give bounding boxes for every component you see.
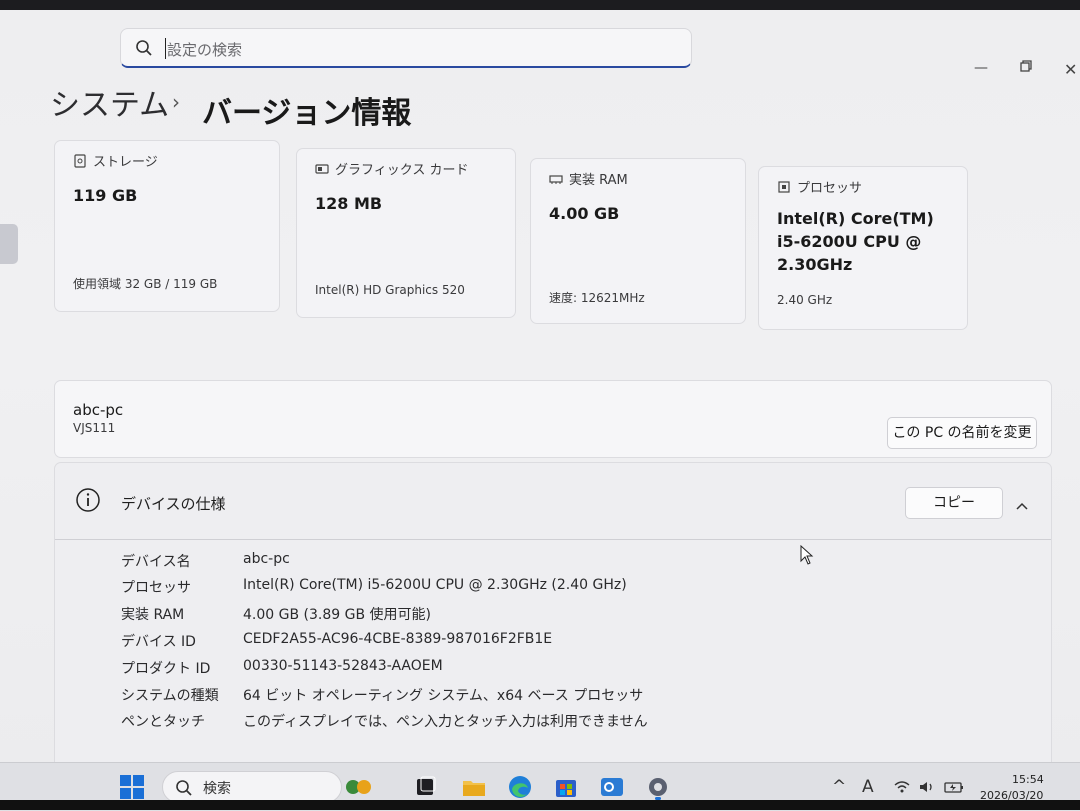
rename-pc-button[interactable]: この PC の名前を変更 bbox=[887, 417, 1037, 449]
spec-value: 00330-51143-52843-AAOEM bbox=[243, 658, 443, 674]
spec-key: プロセッサ bbox=[121, 580, 191, 596]
processor-card-title: プロセッサ bbox=[777, 177, 862, 196]
info-icon bbox=[76, 488, 100, 512]
file-explorer-icon[interactable] bbox=[460, 773, 488, 801]
storage-card-title: ストレージ bbox=[73, 151, 158, 170]
wifi-icon[interactable] bbox=[894, 780, 910, 794]
device-specs-title: デバイスの仕様 bbox=[121, 495, 226, 513]
minimize-button[interactable]: — bbox=[974, 60, 988, 76]
spec-value: Intel(R) Core(TM) i5-6200U CPU @ 2.30GHz… bbox=[243, 577, 627, 593]
pc-name-panel: abc-pc VJS111 この PC の名前を変更 bbox=[54, 380, 1052, 458]
taskbar-search[interactable]: 検索 bbox=[162, 771, 342, 803]
spec-key: システムの種類 bbox=[121, 688, 219, 704]
pc-name: abc-pc bbox=[73, 401, 124, 419]
ram-card[interactable]: 実装 RAM 4.00 GB 速度: 12621MHz bbox=[530, 158, 746, 324]
page-title: バージョン情報 bbox=[202, 96, 412, 131]
spec-value: 64 ビット オペレーティング システム、x64 ベース プロセッサ bbox=[243, 688, 644, 704]
settings-gear-icon[interactable] bbox=[644, 773, 672, 801]
spec-value: 4.00 GB (3.89 GB 使用可能) bbox=[243, 607, 431, 623]
spec-key: デバイス ID bbox=[121, 634, 196, 650]
spec-key: 実装 RAM bbox=[121, 607, 185, 623]
start-windows-icon[interactable] bbox=[118, 773, 146, 801]
processor-card[interactable]: プロセッサ Intel(R) Core(TM) i5-6200U CPU @ 2… bbox=[758, 166, 968, 330]
pc-model: VJS111 bbox=[73, 421, 116, 435]
spec-value: abc-pc bbox=[243, 551, 290, 567]
taskbar-time[interactable]: 15:54 bbox=[1012, 773, 1044, 786]
microsoft-store-icon[interactable] bbox=[552, 773, 580, 801]
spec-value: CEDF2A55-AC96-4CBE-8389-987016F2FB1E bbox=[243, 631, 553, 647]
ram-card-title: 実装 RAM bbox=[549, 169, 628, 188]
settings-search-box[interactable]: 設定の検索 bbox=[120, 28, 692, 68]
tray-overflow-chevron-icon[interactable]: ^ bbox=[832, 777, 846, 797]
ram-speed: 速度: 12621MHz bbox=[549, 291, 645, 305]
storage-icon bbox=[74, 153, 86, 168]
breadcrumb-separator: › bbox=[172, 90, 180, 114]
maximize-button[interactable] bbox=[1020, 60, 1032, 76]
device-specs-header[interactable]: デバイスの仕様 コピー bbox=[55, 463, 1051, 540]
settings-window: 設定の検索 — ✕ システム › バージョン情報 ストレージ 119 GB 使用… bbox=[0, 10, 1080, 811]
edge-browser-icon[interactable] bbox=[506, 773, 534, 801]
copy-button[interactable]: コピー bbox=[905, 487, 1003, 519]
text-caret bbox=[165, 38, 166, 59]
spec-value: このディスプレイでは、ペン入力とタッチ入力は利用できません bbox=[243, 714, 648, 730]
processor-clock: 2.40 GHz bbox=[777, 293, 833, 307]
volume-icon[interactable] bbox=[918, 780, 936, 794]
processor-value: Intel(R) Core(TM) i5-6200U CPU @ 2.30GHz bbox=[777, 209, 934, 274]
graphics-card[interactable]: グラフィックス カード 128 MB Intel(R) HD Graphics … bbox=[296, 148, 516, 318]
breadcrumb-system[interactable]: システム bbox=[50, 80, 169, 124]
mouse-cursor-icon bbox=[800, 545, 814, 565]
chevron-up-icon[interactable] bbox=[1015, 501, 1029, 511]
taskbar-search-placeholder: 検索 bbox=[203, 781, 231, 797]
close-button[interactable]: ✕ bbox=[1064, 60, 1077, 79]
graphics-card-title: グラフィックス カード bbox=[315, 159, 468, 178]
widgets-icon[interactable] bbox=[344, 773, 372, 801]
outlook-icon[interactable] bbox=[598, 773, 626, 801]
ime-indicator[interactable]: A bbox=[862, 777, 874, 797]
search-icon bbox=[176, 780, 192, 796]
search-placeholder: 設定の検索 bbox=[167, 41, 243, 59]
search-icon bbox=[136, 40, 152, 56]
spec-key: デバイス名 bbox=[121, 554, 191, 570]
nav-pane-handle[interactable] bbox=[0, 224, 18, 264]
graphics-memory-value: 128 MB bbox=[315, 194, 383, 213]
ram-icon bbox=[549, 174, 563, 184]
storage-usage: 使用領域 32 GB / 119 GB bbox=[73, 277, 218, 291]
restore-icon bbox=[1020, 60, 1032, 72]
processor-icon bbox=[778, 180, 790, 193]
ram-value: 4.00 GB bbox=[549, 204, 620, 223]
device-specs-panel: デバイスの仕様 コピー デバイス名 abc-pc プロセッサ Intel(R) … bbox=[54, 462, 1052, 792]
task-view-icon[interactable] bbox=[412, 773, 440, 801]
battery-charging-icon[interactable] bbox=[944, 780, 964, 794]
spec-key: ペンとタッチ bbox=[121, 714, 205, 730]
storage-card[interactable]: ストレージ 119 GB 使用領域 32 GB / 119 GB bbox=[54, 140, 280, 312]
graphics-card-icon bbox=[315, 163, 329, 174]
graphics-adapter-name: Intel(R) HD Graphics 520 bbox=[315, 283, 465, 297]
storage-value: 119 GB bbox=[73, 186, 138, 205]
monitor-bezel-bottom bbox=[0, 800, 1080, 810]
spec-key: プロダクト ID bbox=[121, 661, 211, 677]
